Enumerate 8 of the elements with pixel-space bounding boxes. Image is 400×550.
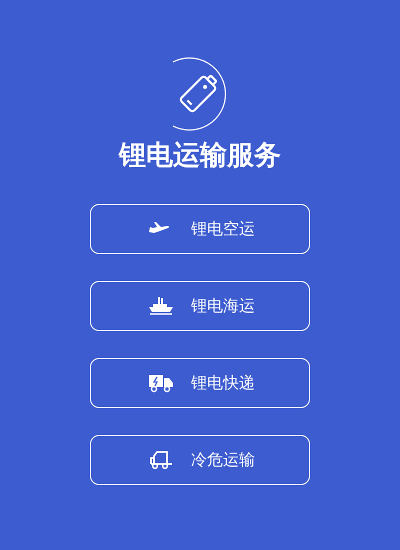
service-button[interactable]: 锂电海运 xyxy=(90,281,310,332)
truck-icon xyxy=(147,372,175,394)
van-icon xyxy=(147,449,175,472)
service-button[interactable]: 锂电空运 xyxy=(90,204,310,254)
service-button[interactable]: 锂电快递 xyxy=(90,358,310,408)
ship-icon xyxy=(147,295,175,318)
page-title: 锂电运输服务 xyxy=(119,140,281,172)
service-button[interactable]: 冷危运输 xyxy=(90,435,310,486)
